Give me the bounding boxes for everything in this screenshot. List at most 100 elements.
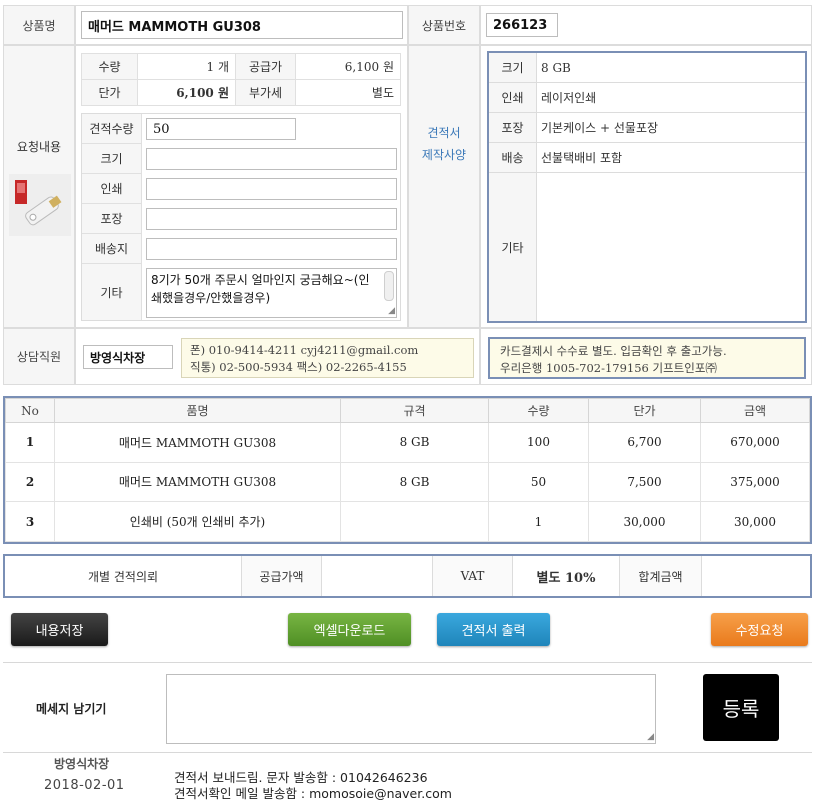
message-textarea[interactable]: ◢ bbox=[166, 674, 656, 744]
spec-row-size: 크기 8 GB bbox=[489, 53, 805, 83]
contact-line1: 폰) 010-9414-4211 cyj4211@gmail.com bbox=[190, 343, 419, 357]
qty-value: 1 개 bbox=[137, 53, 236, 80]
quote-qty-label: 견적수량 bbox=[82, 114, 142, 144]
sum-total-value bbox=[702, 556, 810, 596]
request-form: 견적수량 50 크기 인쇄 포장 배송지 기타 8기가 50개 주문시 얼마인지… bbox=[81, 113, 401, 321]
row-name: 매머드 MAMMOTH GU308 bbox=[54, 461, 341, 503]
unit-price-label: 단가 bbox=[81, 79, 138, 106]
col-amount: 금액 bbox=[700, 398, 810, 423]
row-no: 1 bbox=[5, 422, 55, 463]
product-name-label: 상품명 bbox=[3, 5, 75, 45]
product-name-input[interactable]: 매머드 MAMMOTH GU308 bbox=[81, 11, 403, 39]
table-row: 3 인쇄비 (50개 인쇄비 추가) 1 30,000 30,000 bbox=[5, 501, 810, 542]
pack-label: 포장 bbox=[82, 204, 142, 234]
unit-price-value: 6,100 원 bbox=[137, 79, 236, 106]
spec-title-line2: 제작사양 bbox=[421, 148, 467, 162]
row-unit-price: 30,000 bbox=[588, 501, 701, 542]
vat-total-value: 별도 10% bbox=[513, 556, 620, 596]
log-message: 견적서 보내드림. 문자 발송함 : 01042646236 견적서확인 메일 … bbox=[174, 770, 452, 802]
vat-total-label: VAT bbox=[433, 556, 513, 596]
spec-row-print: 인쇄 레이저인쇄 bbox=[489, 83, 805, 113]
table-row: 2 매머드 MAMMOTH GU308 8 GB 50 7,500 375,00… bbox=[5, 461, 810, 503]
spec-key: 크기 bbox=[489, 53, 537, 82]
ship-label: 배송지 bbox=[82, 234, 142, 264]
log-line2: 견적서확인 메일 발송함 : momosoie@naver.com bbox=[174, 786, 452, 801]
col-qty: 수량 bbox=[488, 398, 589, 423]
request-label: 요청내용 bbox=[16, 140, 62, 154]
table-row: 1 매머드 MAMMOTH GU308 8 GB 100 6,700 670,0… bbox=[5, 422, 810, 463]
size-label: 크기 bbox=[82, 144, 142, 174]
spec-value: 선불택배비 포함 bbox=[541, 151, 623, 165]
notice-line2: 우리은행 1005-702-179156 기프트인포㈜ bbox=[500, 361, 717, 375]
product-number-input[interactable]: 266123 bbox=[486, 13, 558, 37]
print-quote-button[interactable]: 견적서 출력 bbox=[437, 613, 550, 646]
etc-textarea-text: 8기가 50개 주문시 얼마인지 궁금해요~(인쇄했을경우/안했을경우) bbox=[151, 273, 370, 305]
row-name: 매머드 MAMMOTH GU308 bbox=[54, 422, 341, 463]
spec-key: 포장 bbox=[489, 113, 537, 142]
excel-download-button[interactable]: 엑셀다운로드 bbox=[288, 613, 411, 646]
supply-total-label: 공급가액 bbox=[242, 556, 322, 596]
edit-request-button[interactable]: 수정요청 bbox=[711, 613, 808, 646]
divider bbox=[3, 752, 812, 753]
resize-handle-icon[interactable]: ◢ bbox=[388, 307, 395, 316]
spec-row-etc: 기타 bbox=[489, 173, 805, 321]
supply-total-value bbox=[322, 556, 433, 596]
row-spec bbox=[340, 501, 489, 542]
log-author: 방영식차장 bbox=[54, 757, 110, 771]
supply-value: 6,100 원 bbox=[295, 53, 401, 80]
register-button[interactable]: 등록 bbox=[703, 674, 779, 741]
save-button[interactable]: 내용저장 bbox=[11, 613, 108, 646]
row-amount: 375,000 bbox=[700, 461, 810, 503]
quote-form: 상품명 매머드 MAMMOTH GU308 상품번호 266123 요청내용 수… bbox=[3, 5, 812, 385]
message-label: 메세지 남기기 bbox=[36, 702, 107, 716]
row-no: 2 bbox=[5, 461, 55, 503]
price-summary-table: 수량 1 개 공급가 6,100 원 단가 6,100 원 부가세 별도 bbox=[81, 53, 401, 106]
totals-bar: 개별 견적의뢰 공급가액 VAT 별도 10% 합계금액 bbox=[3, 554, 812, 598]
etc-textarea[interactable]: 8기가 50개 주문시 얼마인지 궁금해요~(인쇄했을경우/안했을경우) ◢ bbox=[146, 268, 397, 318]
vat-value: 별도 bbox=[295, 79, 401, 106]
product-thumbnail bbox=[9, 174, 71, 236]
consultant-label: 상담직원 bbox=[3, 328, 75, 385]
log-line1: 견적서 보내드림. 문자 발송함 : 01042646236 bbox=[174, 770, 428, 785]
log-date: 2018-02-01 bbox=[44, 778, 125, 793]
row-unit-price: 7,500 bbox=[588, 461, 701, 503]
print-input[interactable] bbox=[146, 178, 397, 200]
print-label: 인쇄 bbox=[82, 174, 142, 204]
pack-input[interactable] bbox=[146, 208, 397, 230]
table-header: No 품명 규격 수량 단가 금액 bbox=[5, 398, 810, 423]
individual-quote-label: 개별 견적의뢰 bbox=[5, 556, 242, 596]
payment-notice: 카드결제시 수수료 별도. 입금확인 후 출고가능. 우리은행 1005-702… bbox=[488, 337, 806, 379]
row-name: 인쇄비 (50개 인쇄비 추가) bbox=[54, 501, 341, 542]
etc-scrollbar[interactable] bbox=[384, 271, 394, 301]
row-no: 3 bbox=[5, 501, 55, 542]
spec-row-ship: 배송 선불택배비 포함 bbox=[489, 143, 805, 173]
col-spec: 규격 bbox=[340, 398, 489, 423]
quote-items-table: No 품명 규격 수량 단가 금액 1 매머드 MAMMOTH GU308 8 … bbox=[3, 396, 812, 544]
row-unit-price: 6,700 bbox=[588, 422, 701, 463]
vat-label: 부가세 bbox=[235, 79, 296, 106]
size-input[interactable] bbox=[146, 148, 397, 170]
row-amount: 670,000 bbox=[700, 422, 810, 463]
row-spec: 8 GB bbox=[340, 422, 489, 463]
spec-value: 레이저인쇄 bbox=[541, 91, 597, 105]
supply-label: 공급가 bbox=[235, 53, 296, 80]
resize-handle-icon[interactable]: ◢ bbox=[647, 733, 654, 742]
spec-etc-value bbox=[537, 173, 805, 321]
spec-key: 기타 bbox=[489, 173, 537, 321]
etc-label: 기타 bbox=[82, 264, 142, 320]
divider bbox=[3, 662, 812, 663]
spec-key: 인쇄 bbox=[489, 83, 537, 112]
contact-line2: 직통) 02-500-5934 팩스) 02-2265-4155 bbox=[190, 360, 407, 374]
spec-title-cell: 견적서 제작사양 bbox=[408, 45, 480, 328]
row-spec: 8 GB bbox=[340, 461, 489, 503]
notice-line1: 카드결제시 수수료 별도. 입금확인 후 출고가능. bbox=[500, 344, 727, 358]
col-no: No bbox=[5, 398, 55, 423]
sum-total-label: 합계금액 bbox=[620, 556, 702, 596]
request-label-cell: 요청내용 bbox=[3, 45, 75, 328]
ship-input[interactable] bbox=[146, 238, 397, 260]
product-number-label: 상품번호 bbox=[408, 5, 480, 45]
spec-value: 기본케이스 + 선물포장 bbox=[541, 121, 659, 135]
consultant-name-input[interactable]: 방영식차장 bbox=[83, 345, 173, 369]
quote-qty-input[interactable]: 50 bbox=[146, 118, 296, 140]
spec-value: 8 GB bbox=[541, 60, 571, 75]
